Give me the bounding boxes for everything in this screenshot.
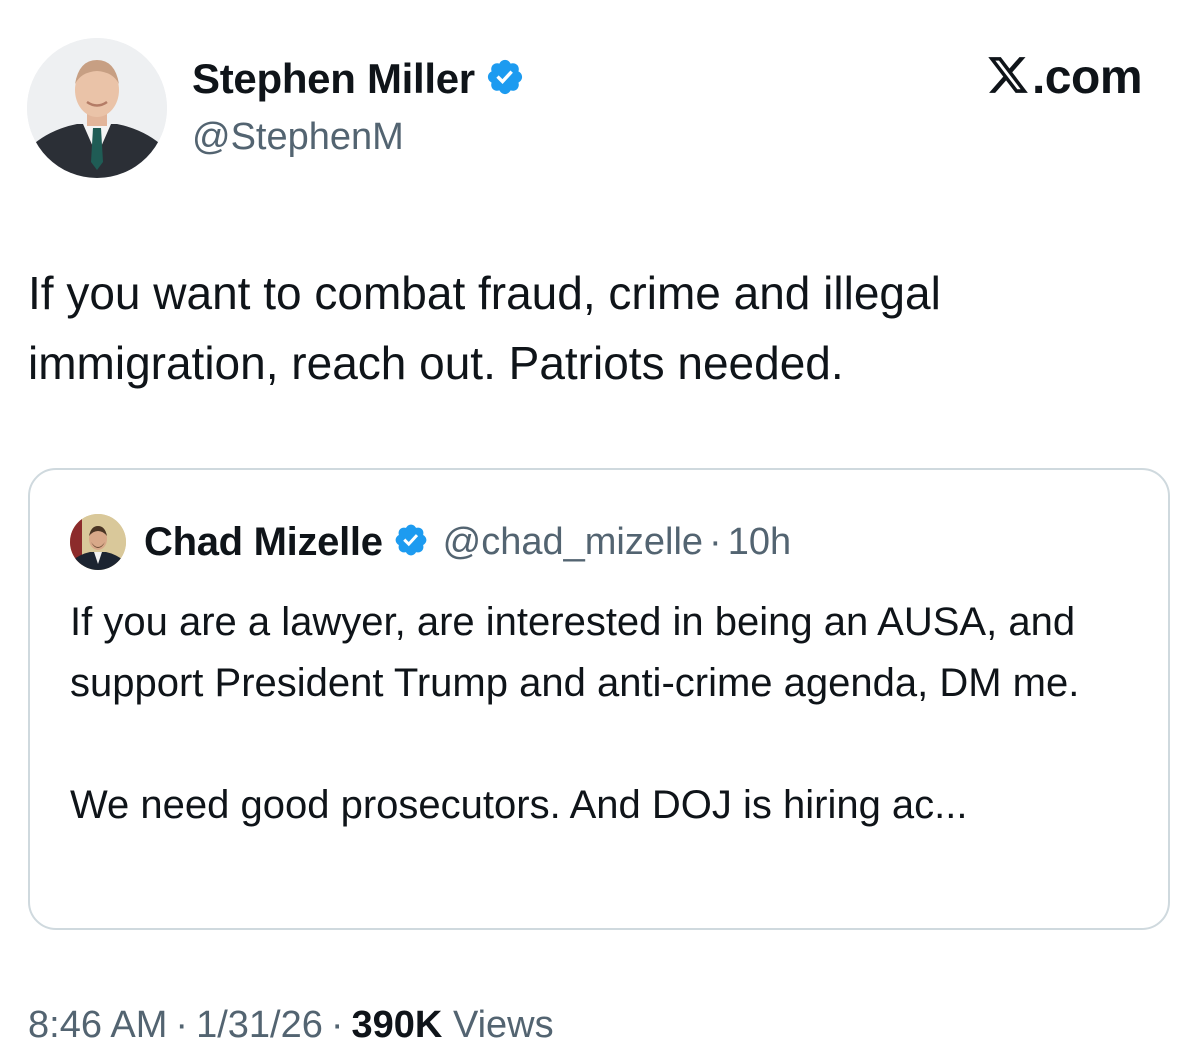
separator-dot: ·	[175, 1004, 189, 1046]
author-avatar[interactable]	[27, 38, 167, 178]
views-count: 390K	[351, 1004, 443, 1046]
tweet-text: If you want to combat fraud, crime and i…	[28, 267, 941, 389]
quoted-author-avatar[interactable]	[70, 514, 126, 570]
quoted-tweet-time[interactable]: 10h	[728, 521, 791, 564]
profile-photo-icon	[70, 514, 126, 570]
quoted-tweet-header: Chad Mizelle @chad_mizelle · 10h	[70, 514, 791, 570]
brand-text: .com	[1031, 51, 1143, 104]
separator-dot: ·	[330, 1004, 344, 1046]
verified-badge-icon	[485, 57, 525, 102]
views-label: Views	[452, 1004, 554, 1046]
quoted-author-handle[interactable]: @chad_mizelle	[443, 521, 703, 564]
x-logo-icon	[986, 53, 1030, 102]
quoted-tweet-paragraph: If you are a lawyer, are interested in b…	[70, 600, 1080, 705]
author-name-row[interactable]: Stephen Miller	[192, 54, 525, 104]
quoted-tweet-body: If you are a lawyer, are interested in b…	[70, 592, 1130, 836]
separator-dot: ·	[709, 520, 722, 563]
author-handle[interactable]: @StephenM	[192, 116, 404, 159]
tweet-date[interactable]: 1/31/26	[196, 1004, 323, 1046]
quoted-tweet-paragraph: We need good prosecutors. And DOJ is hir…	[70, 783, 968, 827]
verified-badge-icon	[393, 522, 429, 563]
quoted-tweet-card[interactable]: Chad Mizelle @chad_mizelle · 10h If you …	[28, 468, 1170, 930]
brand-logo: .com	[986, 50, 1143, 105]
quoted-author-name[interactable]: Chad Mizelle	[144, 520, 383, 565]
profile-photo-icon	[27, 38, 167, 178]
tweet-metadata: 8:46 AM · 1/31/26 · 390K Views	[28, 1004, 554, 1047]
author-name[interactable]: Stephen Miller	[192, 55, 475, 103]
tweet-time[interactable]: 8:46 AM	[28, 1004, 167, 1046]
